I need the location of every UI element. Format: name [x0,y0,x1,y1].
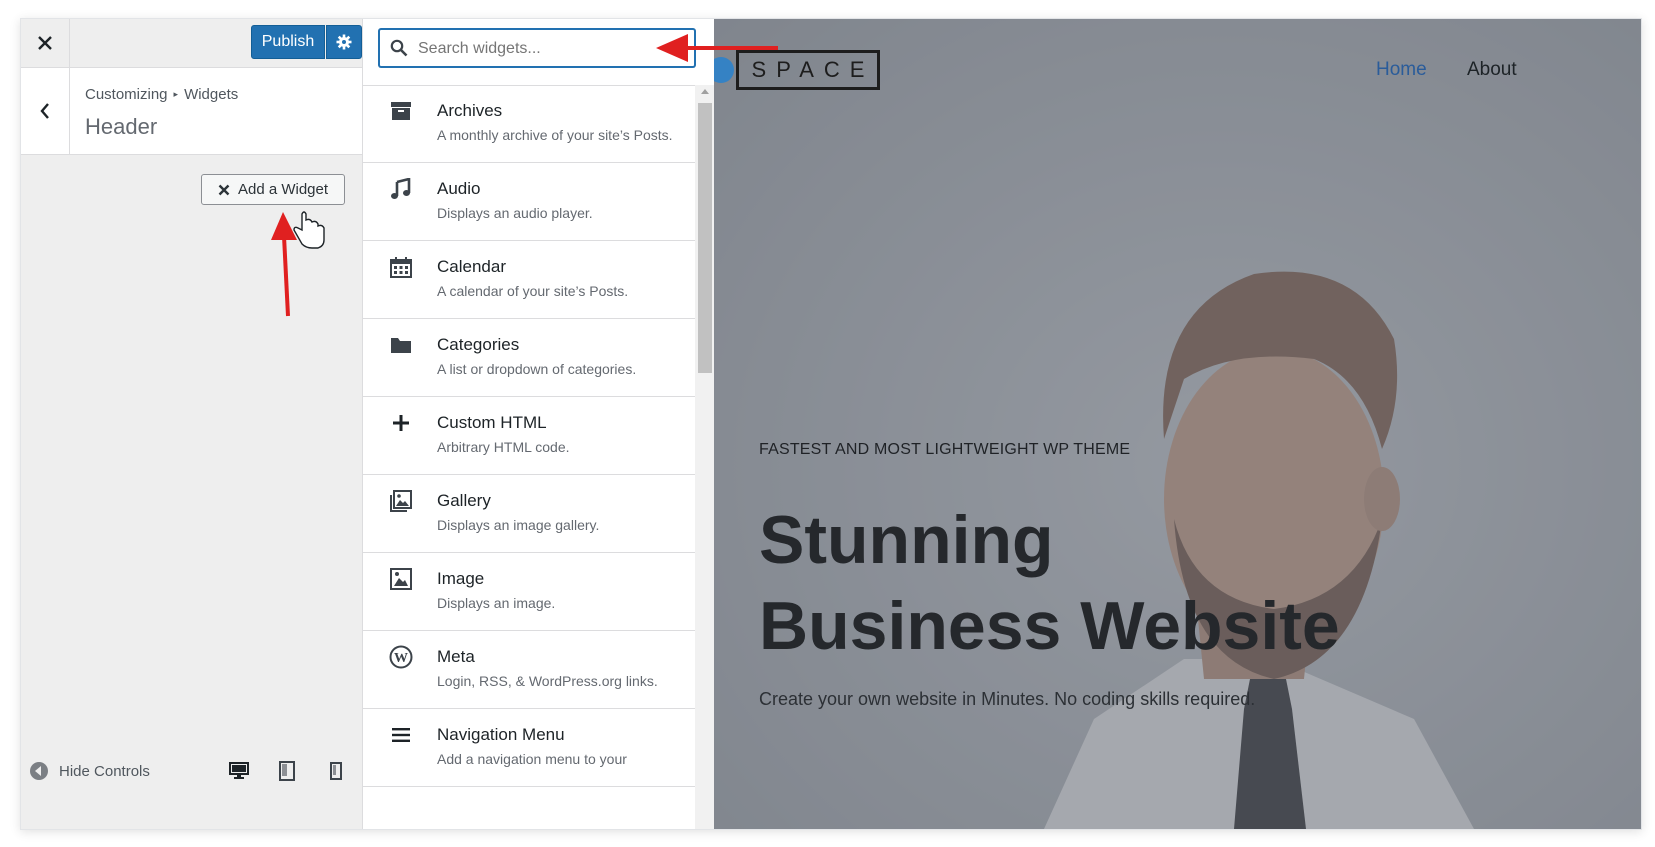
widget-item-categories[interactable]: Categories A list or dropdown of categor… [363,319,695,397]
section-title: Header [85,114,158,139]
widget-list-scrollbar[interactable] [695,85,715,829]
widget-description: Login, RSS, & WordPress.org links. [437,673,658,689]
publish-button[interactable]: Publish [251,25,325,59]
folder-icon [389,333,413,357]
add-widget-button[interactable]: Add a Widget [201,174,345,205]
hero-subtext: Create your own website in Minutes. No c… [759,689,1256,709]
widget-item-navigation-menu[interactable]: Navigation Menu Add a navigation menu to… [363,709,695,787]
widget-name: Navigation Menu [437,725,565,744]
customizer-header: Publish [21,19,381,68]
breadcrumb: Customizing ▸ Widgets [85,86,238,103]
widget-name: Meta [437,647,475,666]
customizer-window: Publish Customizing ▸ Widgets Header Add… [20,18,1642,830]
hero-headline-line2: Business Website [759,588,1340,664]
hero-eyebrow: FASTEST AND MOST LIGHTWEIGHT WP THEME [759,441,1131,458]
search-icon [390,39,408,57]
publish-settings-button[interactable] [326,25,362,59]
image-icon [389,567,413,591]
widget-search-box[interactable] [379,29,695,68]
scroll-up-icon[interactable] [701,89,709,94]
widget-description: Add a navigation menu to your [437,751,627,767]
menu-icon [389,723,413,747]
wordpress-icon: W [389,645,413,669]
archive-icon [389,99,413,123]
hero-headline: Stunning Business Website [759,497,1340,669]
widget-name: Calendar [437,257,506,276]
widget-item-image[interactable]: Image Displays an image. [363,553,695,631]
widget-name: Archives [437,101,503,120]
widget-item-meta[interactable]: W Meta Login, RSS, & WordPress.org links… [363,631,695,709]
plus-icon [389,411,413,435]
mobile-preview-button[interactable] [324,759,348,783]
breadcrumb-root: Customizing [85,86,168,103]
desktop-icon [229,762,249,779]
widget-item-audio[interactable]: Audio Displays an audio player. [363,163,695,241]
widget-description: A list or dropdown of categories. [437,361,637,377]
widget-description: Displays an audio player. [437,205,593,221]
nav-home-link[interactable]: Home [1376,59,1427,81]
hide-controls-button[interactable]: Hide Controls [29,761,150,781]
available-widgets-panel: Archives A monthly archive of your site’… [362,19,716,829]
widget-description: A monthly archive of your site’s Posts. [437,127,673,143]
widget-name: Gallery [437,491,491,510]
nav-about-link[interactable]: About [1467,59,1517,81]
widget-name: Audio [437,179,481,198]
widget-item-archives[interactable]: Archives A monthly archive of your site’… [363,85,695,163]
calendar-icon [389,255,413,279]
back-button[interactable] [21,68,70,154]
widget-description: Arbitrary HTML code. [437,439,570,455]
add-widget-label: Add a Widget [237,181,329,198]
widget-name: Custom HTML [437,413,547,432]
breadcrumb-separator-icon: ▸ [173,89,179,99]
tablet-icon [279,761,295,781]
gallery-icon [389,489,413,513]
widget-name: Categories [437,335,520,354]
widget-description: Displays an image gallery. [437,517,600,533]
widget-item-calendar[interactable]: Calendar A calendar of your site’s Posts… [363,241,695,319]
collapse-arrow-icon [30,762,48,780]
widget-name: Image [437,569,485,588]
scrollbar-thumb[interactable] [698,103,712,373]
chevron-left-icon [40,103,49,119]
widget-description: Displays an image. [437,595,556,611]
hide-controls-label: Hide Controls [59,762,150,780]
site-logo[interactable]: SPACE [736,50,880,90]
site-preview: SPACE Home About FASTEST AND MOST LIGHTW… [714,19,1641,829]
customizer-sidebar: Publish Customizing ▸ Widgets Header Add… [21,19,382,829]
customizer-footer: Hide Controls [21,751,381,829]
widget-description: A calendar of your site’s Posts. [437,283,629,299]
widget-item-gallery[interactable]: Gallery Displays an image gallery. [363,475,695,553]
breadcrumb-child: Widgets [184,86,239,103]
tablet-preview-button[interactable] [275,759,299,783]
close-icon [218,184,230,195]
close-customizer-button[interactable] [21,19,70,67]
widget-list: Archives A monthly archive of your site’… [363,85,695,829]
mobile-icon [330,762,342,780]
section-header: Customizing ▸ Widgets Header [21,68,381,155]
svg-text:W: W [394,651,408,666]
widget-item-custom-html[interactable]: Custom HTML Arbitrary HTML code. [363,397,695,475]
close-icon [38,36,52,50]
desktop-preview-button[interactable] [227,759,251,783]
hero-headline-line1: Stunning [759,502,1054,578]
widget-search-input[interactable] [416,30,690,68]
gear-icon [336,34,352,50]
widget-search-area [363,19,715,86]
music-note-icon [389,177,413,201]
